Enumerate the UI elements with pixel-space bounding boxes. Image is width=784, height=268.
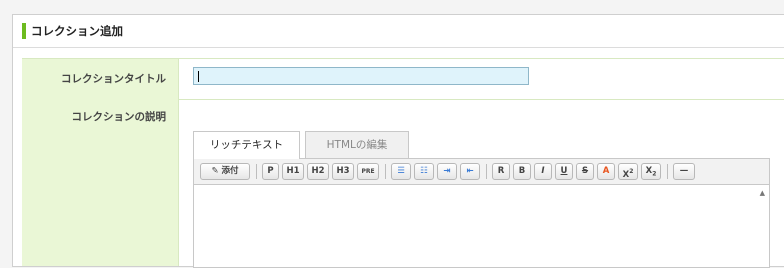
toolbar-separator bbox=[256, 164, 257, 179]
panel-title: コレクション追加 bbox=[31, 24, 123, 38]
outdent-icon: ⇤ bbox=[466, 166, 474, 176]
bold-button[interactable]: B bbox=[513, 163, 531, 180]
subscript-button[interactable]: X2 bbox=[641, 163, 661, 180]
description-label-cell: コレクションの説明 bbox=[22, 99, 179, 266]
italic-button[interactable]: I bbox=[534, 163, 552, 180]
toolbar-separator bbox=[486, 164, 487, 179]
title-label-cell: コレクションタイトル bbox=[22, 59, 179, 99]
tab-html-edit[interactable]: HTMLの編集 bbox=[305, 131, 409, 158]
rich-text-editor: リッチテキスト HTMLの編集 ✎ 添付 P H1 H2 H3 PRE ☰ ☷ … bbox=[193, 131, 770, 268]
text-color-button[interactable]: A bbox=[597, 163, 615, 180]
collection-title-label: コレクションタイトル bbox=[61, 73, 166, 85]
paperclip-icon: ✎ bbox=[211, 166, 219, 176]
horizontal-rule-button[interactable]: — bbox=[673, 163, 695, 180]
tab-rich-text[interactable]: リッチテキスト bbox=[193, 131, 300, 159]
underline-button[interactable]: U bbox=[555, 163, 573, 180]
unordered-list-button[interactable]: ☷ bbox=[414, 163, 434, 180]
outdent-button[interactable]: ⇤ bbox=[460, 163, 480, 180]
editor-toolbar: ✎ 添付 P H1 H2 H3 PRE ☰ ☷ ⇥ ⇤ R B I U S A … bbox=[193, 158, 770, 185]
scroll-up-arrow-icon[interactable]: ▲ bbox=[760, 189, 765, 197]
collection-add-panel: コレクション追加 コレクションタイトル コレクションの説明 リッチテキスト HT… bbox=[12, 14, 784, 268]
superscript-button[interactable]: X2 bbox=[618, 163, 638, 180]
collection-title-input[interactable] bbox=[193, 67, 529, 85]
description-row: コレクションの説明 リッチテキスト HTMLの編集 ✎ 添付 P H1 H2 H… bbox=[22, 99, 784, 268]
editor-content-area[interactable]: ▲ bbox=[193, 184, 770, 268]
ordered-list-button[interactable]: ☰ bbox=[391, 163, 411, 180]
toolbar-separator bbox=[667, 164, 668, 179]
paragraph-button[interactable]: P bbox=[262, 163, 279, 180]
strikethrough-button[interactable]: S bbox=[576, 163, 594, 180]
collection-description-label: コレクションの説明 bbox=[71, 111, 167, 123]
attach-button[interactable]: ✎ 添付 bbox=[200, 163, 250, 180]
unordered-list-icon: ☷ bbox=[420, 166, 428, 176]
preformatted-button[interactable]: PRE bbox=[357, 163, 379, 180]
heading1-button[interactable]: H1 bbox=[282, 163, 304, 180]
title-accent-bar bbox=[22, 23, 26, 39]
panel-header: コレクション追加 bbox=[13, 15, 784, 48]
ordered-list-icon: ☰ bbox=[397, 166, 405, 176]
title-row: コレクションタイトル bbox=[22, 58, 784, 100]
indent-button[interactable]: ⇥ bbox=[437, 163, 457, 180]
remove-format-button[interactable]: R bbox=[492, 163, 510, 180]
toolbar-separator bbox=[385, 164, 386, 179]
indent-icon: ⇥ bbox=[443, 166, 451, 176]
heading2-button[interactable]: H2 bbox=[307, 163, 329, 180]
heading3-button[interactable]: H3 bbox=[332, 163, 354, 180]
